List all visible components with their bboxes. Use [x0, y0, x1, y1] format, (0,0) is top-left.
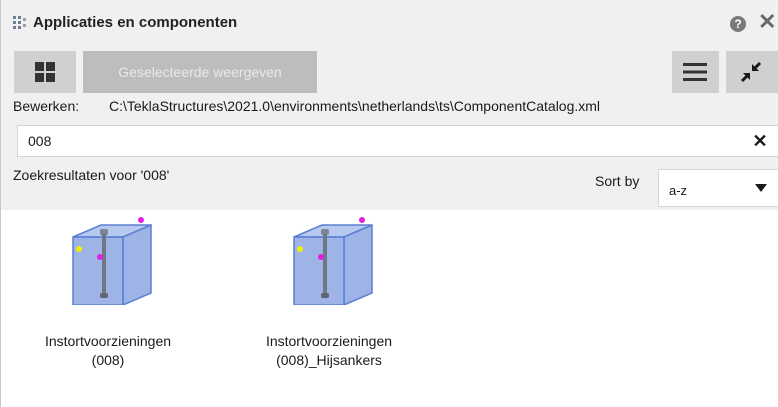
edit-path-label: Bewerken: — [13, 98, 80, 114]
menu-button[interactable] — [672, 51, 719, 93]
sort-value: a-z — [669, 183, 688, 198]
search-row: ✕ — [1, 120, 778, 164]
chevron-down-icon — [755, 184, 767, 192]
component-item[interactable]: Instortvoorzieningen (008)_Hijsankers — [239, 210, 419, 385]
results-header-row: Zoekresultaten voor '008' Sort by a-z — [1, 164, 778, 210]
hamburger-menu-icon — [683, 63, 707, 81]
drag-grip-icon[interactable] — [13, 16, 27, 30]
sort-by-label: Sort by — [595, 173, 640, 189]
edit-path-value: C:\TeklaStructures\2021.0\environments\n… — [109, 98, 601, 114]
embed-component-icon — [72, 217, 152, 305]
edit-path-row: Bewerken: C:\TeklaStructures\2021.0\envi… — [1, 96, 778, 120]
collapse-arrows-icon — [740, 61, 762, 83]
sort-select[interactable]: a-z — [658, 169, 778, 207]
component-name: Instortvoorzieningen — [44, 333, 172, 349]
grid-view-button[interactable] — [14, 51, 76, 93]
collapse-button[interactable] — [726, 51, 778, 93]
clear-search-icon[interactable]: ✕ — [751, 131, 769, 151]
toolbar: Geselecteerde weergeven — [1, 46, 778, 96]
component-name: Instortvoorzieningen — [265, 333, 393, 349]
component-label: Instortvoorzieningen (008) — [18, 332, 198, 370]
search-results-label: Zoekresultaten voor '008' — [13, 167, 170, 183]
title-bar: Applicaties en componenten ? ✕ — [1, 0, 778, 46]
close-icon[interactable]: ✕ — [758, 11, 778, 33]
component-item[interactable]: Instortvoorzieningen (008) — [18, 210, 198, 385]
show-selected-button[interactable]: Geselecteerde weergeven — [83, 51, 317, 93]
component-label: Instortvoorzieningen (008)_Hijsankers — [239, 332, 419, 370]
window-title: Applicaties en componenten — [33, 14, 238, 31]
component-number: (008) — [91, 352, 125, 368]
results-grid: Instortvoorzieningen (008) Instortvoorzi… — [1, 210, 778, 407]
grid-icon — [35, 62, 55, 82]
help-icon[interactable]: ? — [730, 16, 746, 32]
embed-component-icon — [293, 217, 373, 305]
search-input[interactable] — [17, 125, 778, 157]
applications-components-panel: Applicaties en componenten ? ✕ Geselecte… — [0, 0, 778, 407]
component-number: (008)_Hijsankers — [276, 352, 382, 368]
